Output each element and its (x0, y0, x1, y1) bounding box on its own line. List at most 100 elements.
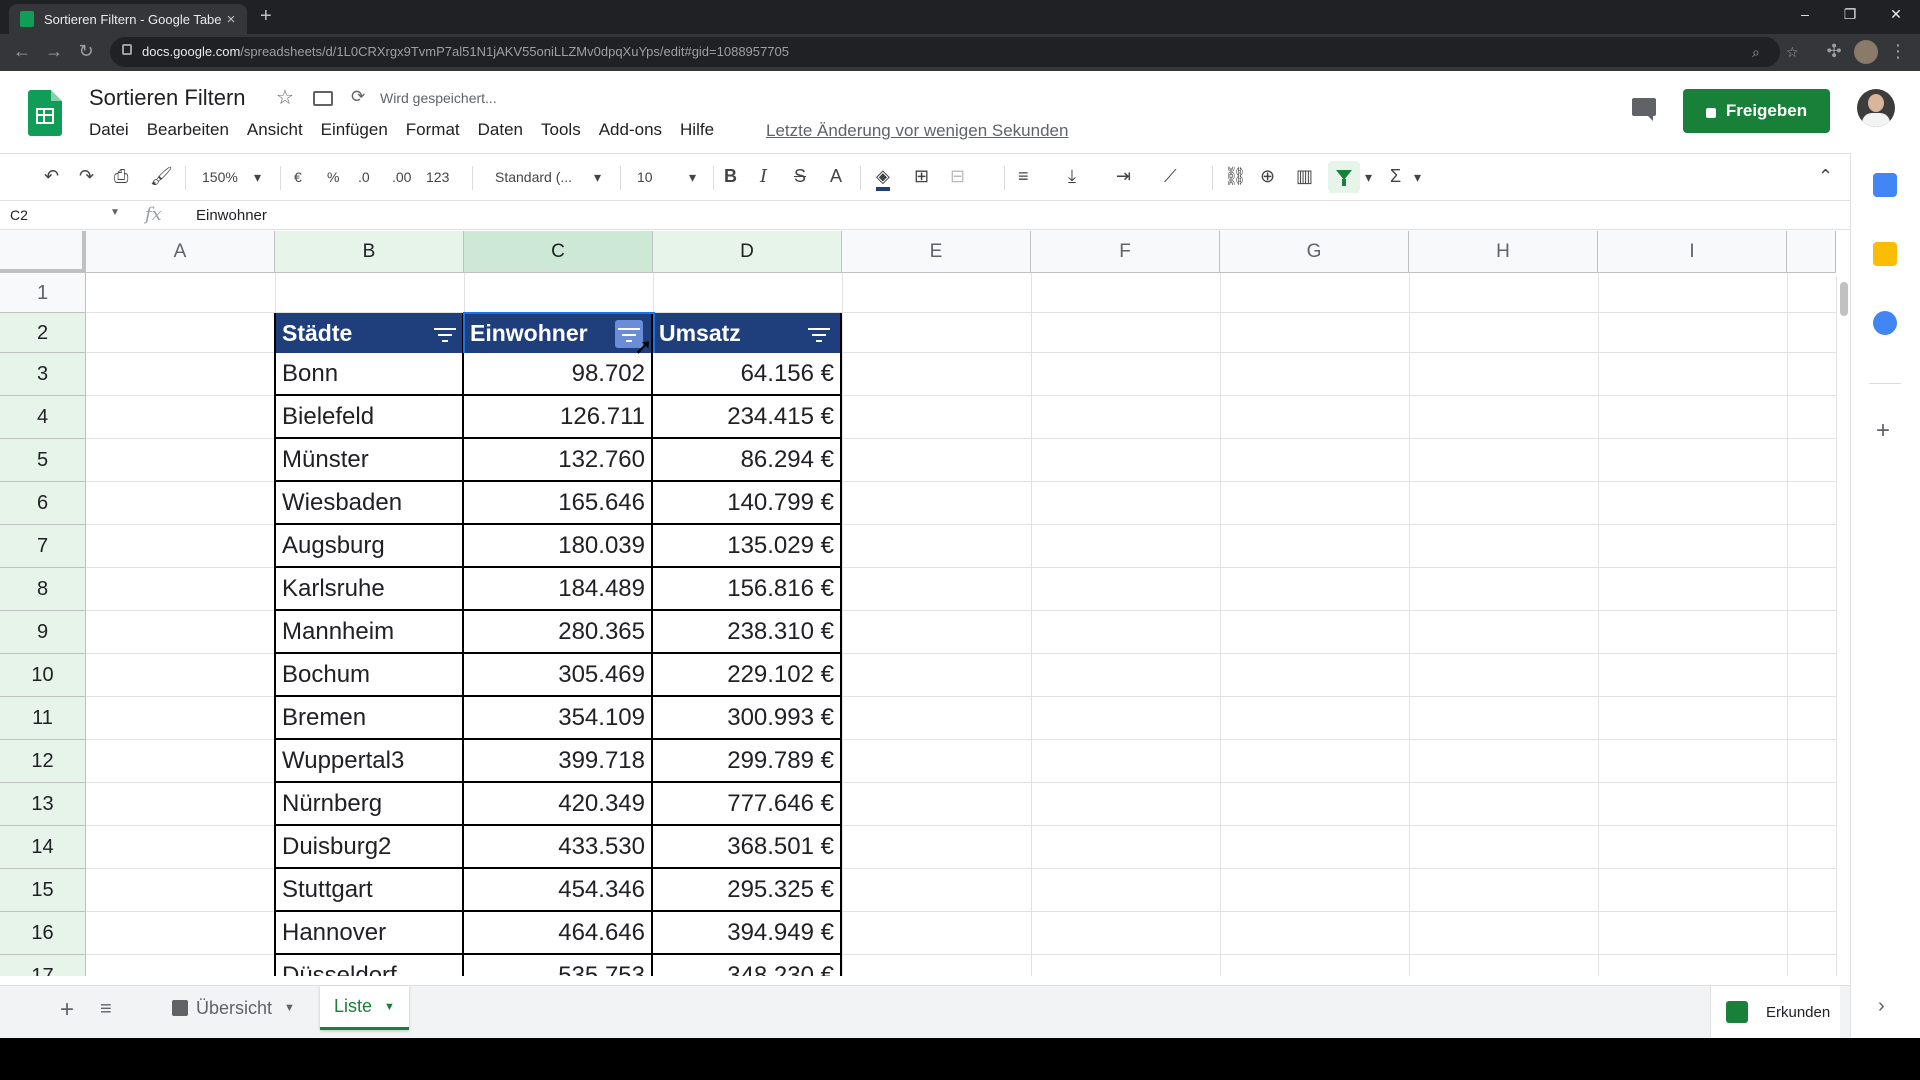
row-header-9[interactable]: 9 (0, 611, 86, 654)
header-cell-einwohner[interactable]: Einwohner (464, 313, 653, 353)
text-color-button[interactable]: A (830, 166, 842, 187)
column-header-i[interactable]: I (1598, 231, 1787, 273)
sheet-menu-dropdown-icon[interactable]: ▼ (284, 1002, 295, 1014)
cell-population[interactable]: 98.702 (464, 353, 653, 396)
cell-revenue[interactable]: 368.501 € (653, 826, 842, 869)
row-header-17[interactable]: 17 (0, 955, 86, 976)
menu-format[interactable]: Format (406, 120, 460, 140)
star-icon[interactable]: ☆ (276, 85, 294, 110)
share-button[interactable]: Freigeben (1683, 89, 1830, 133)
cell-revenue[interactable]: 777.646 € (653, 783, 842, 826)
undo-icon[interactable]: ↶ (44, 166, 59, 187)
cell-city[interactable]: Hannover (274, 912, 464, 955)
column-header-g[interactable]: G (1220, 231, 1409, 273)
cell-revenue[interactable]: 300.993 € (653, 697, 842, 740)
header-cell-umsatz[interactable]: Umsatz (653, 313, 842, 353)
cell-revenue[interactable]: 156.816 € (653, 568, 842, 611)
document-title[interactable]: Sortieren Filtern (89, 85, 246, 111)
cell-city[interactable]: Nürnberg (274, 783, 464, 826)
close-tab-icon[interactable]: × (221, 11, 241, 28)
currency-format-button[interactable]: € (294, 169, 302, 185)
row-header-13[interactable]: 13 (0, 783, 86, 826)
cell-revenue[interactable]: 394.949 € (653, 912, 842, 955)
vertical-scroll-thumb[interactable] (1840, 282, 1848, 316)
cell-city[interactable]: Münster (274, 439, 464, 482)
calendar-icon[interactable] (1873, 173, 1897, 197)
strikethrough-button[interactable]: S (794, 166, 806, 187)
cell-city[interactable]: Bonn (274, 353, 464, 396)
tasks-icon[interactable] (1873, 311, 1897, 335)
cell-revenue[interactable]: 295.325 € (653, 869, 842, 912)
menu-insert[interactable]: Einfügen (321, 120, 388, 140)
spreadsheet-grid[interactable]: A B C D E F G H I 1 2 3 4 5 6 7 8 9 10 1… (0, 231, 1850, 976)
row-header-10[interactable]: 10 (0, 654, 86, 697)
cell-revenue[interactable]: 64.156 € (653, 353, 842, 396)
row-header-14[interactable]: 14 (0, 826, 86, 869)
cell-revenue[interactable]: 299.789 € (653, 740, 842, 783)
row-header-8[interactable]: 8 (0, 568, 86, 611)
move-folder-icon[interactable] (313, 91, 333, 106)
collapse-menu-icon[interactable]: ⌃ (1818, 166, 1833, 187)
sheet-menu-dropdown-icon[interactable]: ▼ (384, 1001, 395, 1013)
row-header-11[interactable]: 11 (0, 697, 86, 740)
row-header-7[interactable]: 7 (0, 525, 86, 568)
column-header-b[interactable]: B (275, 231, 464, 273)
functions-button[interactable]: Σ (1390, 166, 1401, 187)
cell-population[interactable]: 454.346 (464, 869, 653, 912)
bold-button[interactable]: B (724, 166, 737, 187)
reload-icon[interactable]: ↻ (74, 41, 98, 62)
formula-input[interactable]: Einwohner (196, 207, 267, 224)
menu-tools[interactable]: Tools (541, 120, 581, 140)
percent-format-button[interactable]: % (327, 169, 339, 185)
name-box-dropdown-icon[interactable]: ▼ (110, 207, 120, 218)
cell-population[interactable]: 354.109 (464, 697, 653, 740)
column-header-f[interactable]: F (1031, 231, 1220, 273)
menu-file[interactable]: Datei (89, 120, 129, 140)
bookmark-star-icon[interactable]: ☆ (1786, 44, 1799, 61)
row-header-2[interactable]: 2 (0, 313, 86, 353)
all-sheets-icon[interactable]: ≡ (100, 998, 112, 1021)
cell-city[interactable]: Bielefeld (274, 396, 464, 439)
zoom-dropdown-icon[interactable]: ▾ (254, 169, 261, 186)
cell-city[interactable]: Wiesbaden (274, 482, 464, 525)
column-header-e[interactable]: E (842, 231, 1031, 273)
cell-population[interactable]: 165.646 (464, 482, 653, 525)
sheets-logo-icon[interactable] (28, 90, 62, 136)
column-header-c[interactable]: C (464, 231, 653, 273)
menu-data[interactable]: Daten (478, 120, 523, 140)
keep-icon[interactable] (1873, 242, 1897, 266)
forward-icon[interactable]: → (42, 41, 66, 62)
new-tab-button[interactable]: + (260, 5, 272, 28)
cell-population[interactable]: 184.489 (464, 568, 653, 611)
add-sheet-button[interactable]: + (60, 996, 74, 1024)
menu-addons[interactable]: Add-ons (599, 120, 662, 140)
cell-city[interactable]: Bochum (274, 654, 464, 697)
browser-tab[interactable]: Sortieren Filtern - Google Tabelle × (9, 4, 247, 34)
account-avatar[interactable] (1857, 89, 1895, 127)
fill-color-icon[interactable]: ◈ (876, 166, 890, 191)
cell-city[interactable]: Augsburg (274, 525, 464, 568)
font-dropdown-icon[interactable]: ▾ (594, 169, 601, 186)
italic-button[interactable]: I (760, 166, 767, 187)
cell-population[interactable]: 280.365 (464, 611, 653, 654)
filter-icon[interactable] (1328, 161, 1360, 193)
sheet-tab-liste[interactable]: Liste ▼ (320, 986, 409, 1030)
row-header-12[interactable]: 12 (0, 740, 86, 783)
extensions-icon[interactable]: ✣ (1822, 41, 1846, 62)
column-header-h[interactable]: H (1409, 231, 1598, 273)
explore-button[interactable]: Erkunden (1710, 986, 1840, 1038)
vertical-align-icon[interactable]: ⤓ (1068, 166, 1076, 187)
cell-city[interactable]: Karlsruhe (274, 568, 464, 611)
cell-revenue[interactable]: 348.230 € (653, 955, 842, 976)
last-edit-link[interactable]: Letzte Änderung vor wenigen Sekunden (766, 121, 1068, 141)
merge-cells-icon[interactable]: ⊟ (950, 166, 965, 187)
row-header-4[interactable]: 4 (0, 396, 86, 439)
redo-icon[interactable]: ↷ (79, 166, 94, 187)
filter-staedte-icon[interactable] (434, 328, 456, 342)
menu-edit[interactable]: Bearbeiten (147, 120, 229, 140)
cell-revenue[interactable]: 229.102 € (653, 654, 842, 697)
sheet-tab-uebersicht[interactable]: Übersicht ▼ (158, 986, 309, 1030)
row-header-1[interactable]: 1 (0, 273, 86, 313)
column-header-d[interactable]: D (653, 231, 842, 273)
minimize-window-icon[interactable]: – (1795, 6, 1815, 22)
